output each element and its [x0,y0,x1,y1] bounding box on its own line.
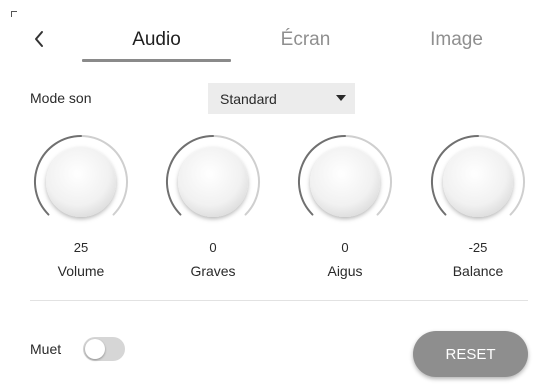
reset-button[interactable]: RESET [413,331,528,377]
mode-son-selected-value: Standard [220,90,277,107]
graves-label: Graves [190,263,236,279]
mute-toggle[interactable] [83,337,125,361]
volume-value: 25 [73,240,89,255]
mute-label: Muet [30,341,62,357]
balance-knob[interactable] [428,132,528,232]
aigus-label: Aigus [327,263,363,279]
active-tab-indicator [82,59,231,62]
mode-son-label: Mode son [30,90,92,106]
volume-knob[interactable] [31,132,131,232]
back-button[interactable] [28,27,50,51]
knob-dial [166,135,260,217]
chevron-left-icon [35,31,43,47]
graves-knob[interactable] [163,132,263,232]
aigus-value: 0 [341,240,349,255]
corner-mark [11,11,17,17]
divider [30,300,528,301]
mute-toggle-thumb [85,339,105,359]
knob-dial [298,135,392,217]
tab-image[interactable]: Image [382,26,531,54]
knob-body [310,147,380,217]
knob-body [46,147,116,217]
caret-down-icon [336,95,346,101]
knob-dial [34,135,128,217]
knob-dial [431,135,525,217]
knob-body [178,147,248,217]
balance-value: -25 [468,240,488,255]
volume-label: Volume [57,263,105,279]
knob-body [443,147,513,217]
mode-son-select[interactable]: Standard [208,83,355,114]
tab-ecran[interactable]: Écran [231,26,380,54]
tab-audio[interactable]: Audio [82,26,231,54]
aigus-knob[interactable] [295,132,395,232]
balance-label: Balance [452,263,504,279]
graves-value: 0 [209,240,217,255]
